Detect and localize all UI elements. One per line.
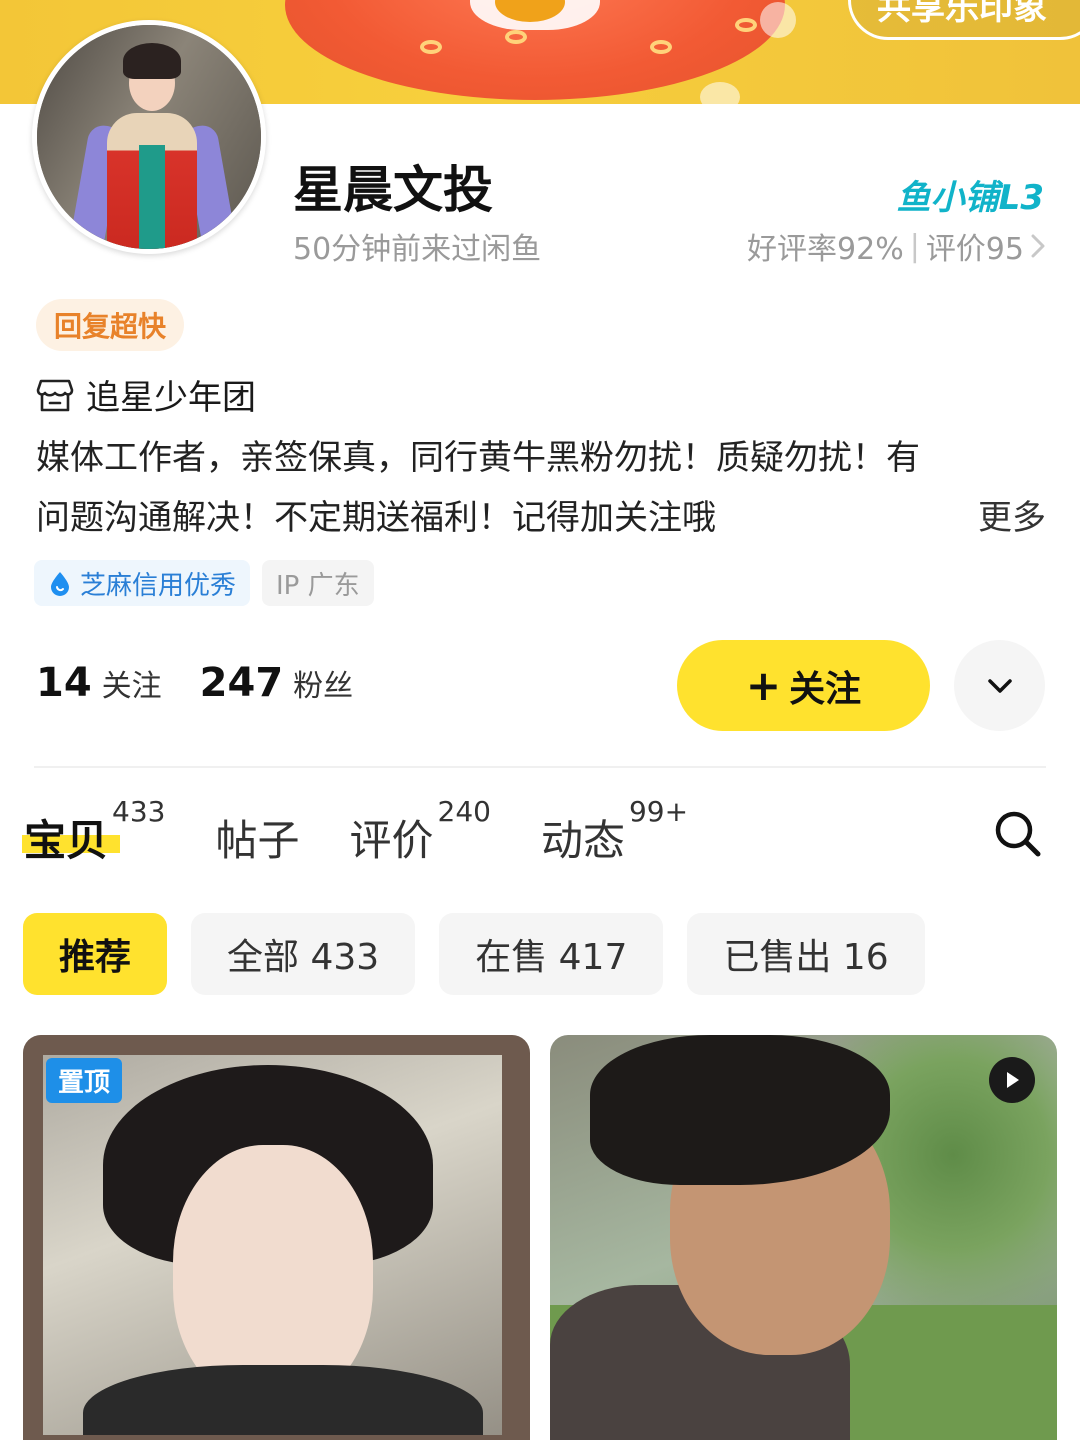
section-divider <box>34 766 1046 768</box>
shop-title-label: 追星少年团 <box>86 378 256 418</box>
chevron-down-icon <box>987 678 1012 693</box>
tab-label: 动态 <box>540 816 625 865</box>
tab-activity[interactable]: 动态 99+ <box>541 795 688 868</box>
filter-label: 全部 433 <box>227 937 380 978</box>
bio-more-link[interactable]: 更多 <box>978 488 1046 548</box>
fans-stat[interactable]: 247 粉丝 <box>200 660 354 706</box>
item-card[interactable] <box>550 1035 1057 1440</box>
banner-bubble <box>700 82 740 104</box>
filter-all[interactable]: 全部 433 <box>191 913 416 995</box>
banner-bubble <box>760 2 796 38</box>
review-count-text: 评价95 <box>925 232 1024 267</box>
shop-level-badge[interactable]: 鱼小铺L3 <box>897 170 1044 219</box>
banner-ring-decoration <box>650 40 672 54</box>
content-tabs: 宝贝 433 帖子 评价 240 动态 99+ <box>22 795 738 868</box>
filter-on-sale[interactable]: 在售 417 <box>439 913 664 995</box>
following-count: 14 <box>36 660 92 706</box>
tab-reviews[interactable]: 评价 240 <box>349 795 490 868</box>
following-stat[interactable]: 14 关注 <box>36 660 162 706</box>
plus-icon: + <box>745 661 782 710</box>
follow-button-label: 关注 <box>789 668 862 710</box>
banner-link-label: 共享乐印象 <box>877 0 1047 28</box>
credential-chips: 芝麻信用优秀 IP 广东 <box>34 560 374 606</box>
fans-count: 247 <box>199 660 284 706</box>
tab-label: 宝贝 <box>24 816 109 865</box>
item-card[interactable]: 置顶 <box>23 1035 530 1440</box>
pinned-badge: 置顶 <box>46 1058 123 1103</box>
banner-ring-decoration <box>505 30 527 44</box>
positive-rate-text: 好评率92% <box>747 232 904 267</box>
tab-count: 433 <box>112 795 166 828</box>
credit-chip-label: 芝麻信用优秀 <box>80 570 237 601</box>
bio-line: 问题沟通解决！不定期送福利！记得加关注哦 <box>36 498 716 538</box>
filter-label: 推荐 <box>59 937 132 978</box>
shop-name: 星晨文投 <box>293 161 493 219</box>
tab-count: 99+ <box>628 795 689 828</box>
credit-chip[interactable]: 芝麻信用优秀 <box>34 560 251 606</box>
drop-icon <box>51 572 69 596</box>
last-seen-text: 50分钟前来过闲鱼 <box>293 232 542 267</box>
fast-reply-label: 回复超快 <box>54 310 167 343</box>
filter-label: 在售 417 <box>475 937 628 978</box>
chevron-right-icon <box>1031 234 1045 258</box>
rating-separator: | <box>909 228 920 264</box>
banner-ring-decoration <box>420 40 442 54</box>
item-filters: 推荐 全部 433 在售 417 已售出 16 <box>23 913 925 995</box>
fast-reply-tag: 回复超快 <box>36 299 185 351</box>
more-options-button[interactable] <box>954 640 1045 731</box>
filter-label: 已售出 16 <box>723 937 889 978</box>
tab-posts[interactable]: 帖子 <box>215 795 299 868</box>
store-icon <box>36 379 74 411</box>
following-label: 关注 <box>101 669 162 704</box>
filter-sold[interactable]: 已售出 16 <box>687 913 925 995</box>
play-button[interactable] <box>989 1057 1035 1103</box>
tab-count: 240 <box>437 795 491 828</box>
tab-label: 帖子 <box>215 816 300 865</box>
item-grid: 置顶 <box>23 1035 1057 1440</box>
play-icon <box>1007 1072 1019 1088</box>
rating-summary-link[interactable]: 好评率92% | 评价95 <box>747 224 1046 268</box>
shop-bio: 媒体工作者，亲签保真，同行黄牛黑粉勿扰！质疑勿扰！有 问题沟通解决！不定期送福利… <box>36 428 1046 548</box>
follow-button[interactable]: + 关注 <box>677 640 930 731</box>
bio-line: 媒体工作者，亲签保真，同行黄牛黑粉勿扰！质疑勿扰！有 <box>36 438 920 478</box>
shop-title-row[interactable]: 追星少年团 <box>36 370 256 419</box>
avatar[interactable] <box>32 20 266 254</box>
banner-ring-decoration <box>735 18 757 32</box>
filter-recommended[interactable]: 推荐 <box>23 913 168 995</box>
tab-items[interactable]: 宝贝 433 <box>22 795 166 868</box>
ip-location-chip: IP 广东 <box>262 560 374 606</box>
follow-stats: 14 关注 247 粉丝 <box>36 660 353 706</box>
banner-link-button[interactable]: 共享乐印象 <box>848 0 1080 40</box>
ip-location-label: IP 广东 <box>276 570 360 601</box>
search-icon[interactable] <box>990 806 1044 860</box>
fans-label: 粉丝 <box>293 669 354 704</box>
tab-label: 评价 <box>349 816 434 865</box>
